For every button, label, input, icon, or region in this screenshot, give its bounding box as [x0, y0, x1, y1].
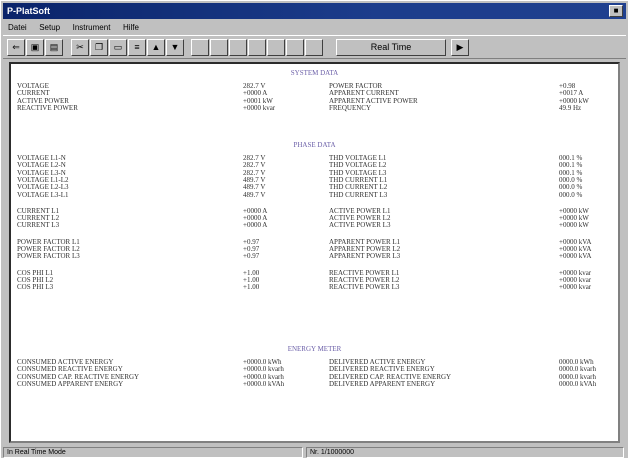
measurement-value: +0000 A	[243, 221, 268, 230]
window-title: P-PlatSoft	[7, 6, 51, 16]
measurement-label: POWER FACTOR L3	[17, 252, 80, 261]
menu-datei[interactable]: Datei	[3, 21, 32, 35]
measurement-value: +0000 kW	[559, 221, 589, 230]
data-row: COS PHI L3 +1.00 REACTIVE POWER L3 +0000 kv…	[11, 284, 618, 291]
data-row: CONSUMED APPARENT ENERGY +0000.0 kVAh DELI…	[11, 379, 618, 388]
play-icon[interactable]: ▶	[451, 39, 469, 56]
menu-instrument[interactable]: Instrument	[68, 21, 116, 35]
measurement-label: THD CURRENT L3	[329, 190, 388, 199]
measurement-value: +0000 kvar	[559, 283, 592, 292]
data-row: VOLTAGE L1-L2 489.7 V THD CURRENT L1 000.0 …	[11, 176, 618, 184]
section-title: PHASE DATA	[293, 141, 336, 149]
measurement-value: 49.9 Hz	[559, 103, 582, 112]
blank-button-6[interactable]	[286, 39, 304, 56]
paste-icon[interactable]: ▭	[109, 39, 127, 56]
blank-button-7[interactable]	[305, 39, 323, 56]
measurement-label: APPARENT POWER L3	[329, 252, 401, 261]
arrow-up-icon[interactable]: ▲	[147, 39, 165, 56]
toolbar: ⇐ ▣ ▤ ✂ ❐ ▭ ≡ ▲ ▼ Real Time ▶	[3, 35, 626, 59]
data-row: POWER FACTOR L3 +0.97 APPARENT POWER L3 +00…	[11, 253, 618, 260]
section-title: SYSTEM DATA	[290, 69, 339, 77]
measurement-label: VOLTAGE L3-L1	[17, 190, 69, 199]
measurement-value: +0000 kvar	[243, 103, 276, 112]
blank-button-3[interactable]	[229, 39, 247, 56]
data-row: COS PHI L2 +1.00 REACTIVE POWER L2 +0000 kv…	[11, 276, 618, 284]
measurement-label: COS PHI L3	[17, 283, 54, 292]
measurement-label: CURRENT L3	[17, 221, 60, 230]
data-row: CURRENT L3 +0000 A ACTIVE POWER L3 +0000 kW	[11, 222, 618, 229]
measurement-label: FREQUENCY	[329, 103, 372, 112]
blank-button-4[interactable]	[248, 39, 266, 56]
menu-hilfe[interactable]: Hilfe	[118, 21, 144, 35]
close-icon[interactable]: ■	[609, 5, 623, 17]
data-row: CURRENT L1 +0000 A ACTIVE POWER L1 +0000 kW	[11, 207, 618, 215]
measurement-label: REACTIVE POWER L3	[329, 283, 400, 292]
data-row: VOLTAGE L2-L3 489.7 V THD CURRENT L2 000.0 …	[11, 184, 618, 191]
status-mode: In Real Time Mode	[3, 447, 303, 458]
data-row: COS PHI L1 +1.00 REACTIVE POWER L1 +0000 kv…	[11, 269, 618, 277]
blank-button-1[interactable]	[191, 39, 209, 56]
blank-button-2[interactable]	[210, 39, 228, 56]
print-icon[interactable]: ▤	[45, 39, 63, 56]
data-row: POWER FACTOR L1 +0.97 APPARENT POWER L1 +00…	[11, 238, 618, 246]
section-title: ENERGY METER	[287, 345, 342, 353]
data-row: VOLTAGE L3-L1 489.7 V THD CURRENT L3 000.0 …	[11, 190, 618, 199]
measurement-label: REACTIVE POWER	[17, 103, 78, 112]
title-bar: P-PlatSoft ■	[3, 3, 626, 19]
menu-bar: Datei Setup Instrument Hilfe	[3, 20, 626, 34]
data-row: CURRENT L2 +0000 A ACTIVE POWER L2 +0000 kW	[11, 215, 618, 222]
data-row: VOLTAGE L3-N 282.7 V THD VOLTAGE L3 000.1 %	[11, 169, 618, 177]
data-row: ACTIVE POWER +0001 kW APPARENT ACTIVE POWE…	[11, 97, 618, 105]
open-icon[interactable]: ⇐	[7, 39, 25, 56]
data-row: REACTIVE POWER +0000 kvar FREQUENCY 49.9 Hz	[11, 103, 618, 112]
status-record: Nr. 1/1000000	[306, 447, 624, 458]
copy-icon[interactable]: ❐	[90, 39, 108, 56]
measurement-value: +0.97	[243, 252, 260, 261]
menu-setup[interactable]: Setup	[34, 21, 65, 35]
measurement-value: +0000 kVA	[559, 252, 592, 261]
measurement-value: 0000.0 kVAh	[559, 379, 597, 388]
real-time-button[interactable]: Real Time	[336, 39, 446, 56]
status-bar: In Real Time Mode Nr. 1/1000000	[3, 447, 626, 458]
measurement-label: DELIVERED APPARENT ENERGY	[329, 379, 436, 388]
application-window: P-PlatSoft ■ Datei Setup Instrument Hilf…	[0, 0, 629, 459]
save-icon[interactable]: ▣	[26, 39, 44, 56]
list-icon[interactable]: ≡	[128, 39, 146, 56]
measurement-panel: SYSTEM DATA VOLTAGE 282.7 V POWER FACTOR +0.…	[9, 62, 620, 443]
measurement-label: ACTIVE POWER L3	[329, 221, 391, 230]
measurement-label: CONSUMED APPARENT ENERGY	[17, 379, 124, 388]
data-row: VOLTAGE 282.7 V POWER FACTOR +0.98	[11, 83, 618, 90]
cut-icon[interactable]: ✂	[71, 39, 89, 56]
data-row: POWER FACTOR L2 +0.97 APPARENT POWER L2 +00…	[11, 246, 618, 253]
measurement-value: 489.7 V	[243, 190, 266, 199]
data-row: VOLTAGE L1-N 282.7 V THD VOLTAGE L1 000.1 %	[11, 155, 618, 162]
data-row: VOLTAGE L2-N 282.7 V THD VOLTAGE L2 000.1 %	[11, 162, 618, 169]
measurement-value: 000.0 %	[559, 190, 583, 199]
data-row: CURRENT +0000 A APPARENT CURRENT +0017 A	[11, 90, 618, 97]
measurement-value: +0000.0 kVAh	[243, 379, 285, 388]
arrow-down-icon[interactable]: ▼	[166, 39, 184, 56]
blank-button-5[interactable]	[267, 39, 285, 56]
measurement-value: +1.00	[243, 283, 260, 292]
